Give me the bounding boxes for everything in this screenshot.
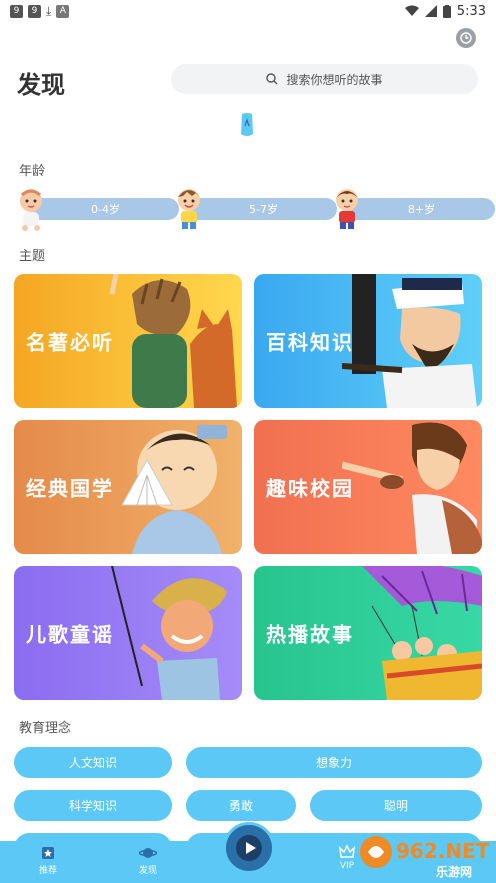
education-tag[interactable]: 想象力 (186, 747, 482, 778)
topic-card-guoxue[interactable]: 经典国学 (14, 420, 242, 554)
education-tag[interactable]: 聪明 (310, 790, 482, 821)
clock-icon (460, 32, 472, 44)
status-icons-right: 5:33 (404, 3, 486, 19)
search-placeholder: 搜索你想听的故事 (286, 72, 383, 87)
section-title-age: 年龄 (19, 164, 46, 179)
baby-icon (20, 189, 42, 231)
topic-card-popular-stories[interactable]: 热播故事 (254, 566, 482, 700)
nav-label: 发现 (138, 866, 157, 876)
home-star-icon (42, 847, 54, 859)
app-notification-icon: A (56, 4, 70, 18)
boy-and-fox-illustration (109, 274, 237, 408)
search-bar[interactable]: 搜索你想听的故事 (171, 64, 478, 94)
scholar-fan-illustration (121, 425, 227, 554)
page-title: 发现 (17, 71, 65, 99)
status-bar: 9 9 ⤓ A 5:33 (0, 0, 496, 22)
balloon-illustration (362, 566, 482, 700)
education-tag[interactable]: 人文知识 (14, 747, 172, 778)
topic-card-label: 百科知识 (266, 330, 354, 355)
nav-label: 推荐 (38, 866, 57, 876)
discover-page: 9 9 ⤓ A 5:33 发现 搜索你想听的故事 年龄 0-4岁 5-7岁 8+… (0, 0, 496, 883)
battery-icon (442, 4, 451, 18)
wifi-icon (404, 5, 419, 16)
nav-tab-recommend[interactable]: 推荐 (28, 845, 68, 876)
sailor-telescope-illustration (342, 274, 477, 408)
now-playing-button[interactable] (223, 822, 275, 874)
education-tag[interactable]: 勇敢 (186, 790, 296, 821)
age-chip-label: 5-7岁 (190, 198, 337, 220)
notification-icon: 9 (10, 4, 23, 18)
crown-icon (339, 845, 355, 858)
age-chip-5-7[interactable]: 5-7岁 (172, 187, 337, 231)
nav-tab-discover[interactable]: 发现 (128, 845, 168, 876)
child-icon (336, 189, 358, 229)
fisher-boy-illustration (111, 566, 227, 700)
age-chip-0-4[interactable]: 0-4岁 (14, 187, 179, 231)
status-icons-left: 9 9 ⤓ A (10, 3, 70, 19)
age-chip-8-plus[interactable]: 8+岁 (330, 187, 495, 231)
topic-card-campus[interactable]: 趣味校园 (254, 420, 482, 554)
education-tag[interactable]: 科学知识 (14, 790, 172, 821)
age-chip-label: 8+岁 (348, 198, 495, 220)
signal-icon (424, 5, 437, 17)
topic-card-label: 热播故事 (266, 622, 354, 647)
topic-card-label: 名著必听 (26, 330, 114, 355)
notification-icon: 9 (28, 4, 41, 18)
planet-icon (139, 848, 157, 858)
topic-card-label: 趣味校园 (266, 476, 354, 501)
search-icon (266, 73, 278, 85)
topic-card-classics[interactable]: 名著必听 (14, 274, 242, 408)
watermark-brand: 962.NET (396, 839, 490, 863)
section-title-topic: 主题 (19, 249, 46, 264)
play-icon (236, 835, 262, 861)
boy-bottle-illustration (342, 422, 482, 554)
section-title-education: 教育理念 (19, 721, 72, 736)
history-button[interactable] (456, 28, 476, 48)
age-chip-label: 0-4岁 (32, 198, 179, 220)
site-watermark: 962.NET 乐游网 (358, 830, 490, 880)
download-icon: ⤓ (46, 3, 52, 18)
nav-label: VIP (339, 861, 355, 871)
watermark-sub: 乐游网 (436, 864, 472, 879)
topic-card-encyclopedia[interactable]: 百科知识 (254, 274, 482, 408)
clock-time: 5:33 (456, 3, 486, 19)
loading-mascot-icon (241, 113, 253, 136)
topic-card-label: 经典国学 (26, 476, 114, 501)
boy-icon (178, 189, 200, 229)
topic-card-nursery-rhymes[interactable]: 儿歌童谣 (14, 566, 242, 700)
topic-card-label: 儿歌童谣 (26, 622, 114, 647)
